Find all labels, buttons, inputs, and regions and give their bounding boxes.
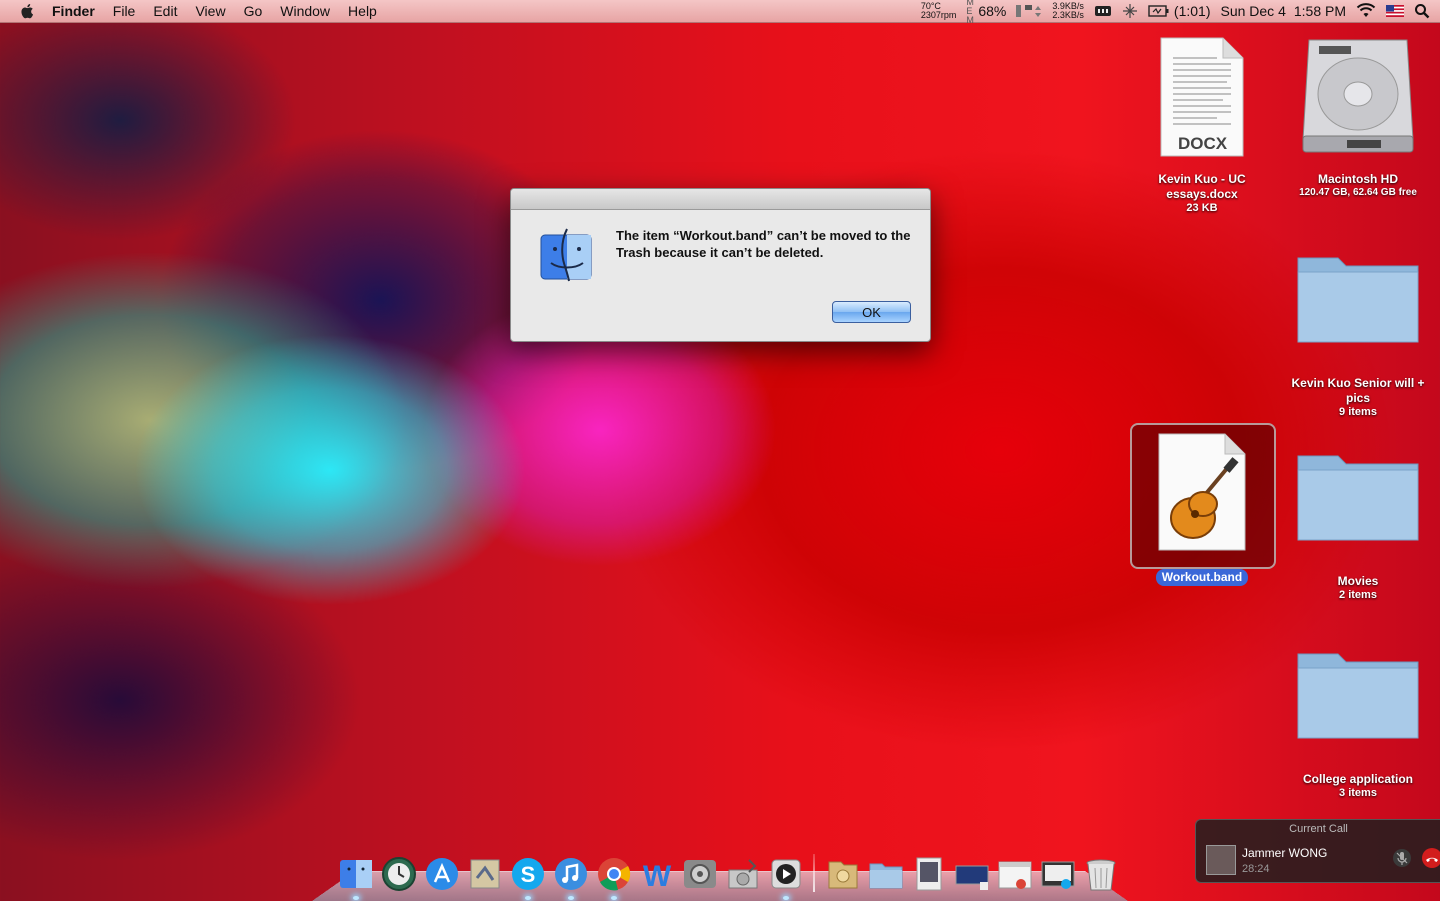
menu-file[interactable]: File: [104, 0, 145, 22]
icon-sublabel: 2 items: [1339, 589, 1377, 601]
hard-drive-icon: [1302, 39, 1414, 153]
icon-sublabel: 9 items: [1339, 406, 1377, 418]
bluetooth-like-icon[interactable]: [1122, 3, 1138, 19]
desktop-icon-macintosh-hd[interactable]: Macintosh HD 120.47 GB, 62.64 GB free: [1278, 36, 1438, 198]
icon-sublabel: 120.47 GB, 62.64 GB free: [1299, 187, 1417, 198]
itunes-icon[interactable]: [553, 856, 589, 900]
fan-speed-value: 2307rpm: [920, 10, 957, 20]
time-machine-icon[interactable]: [381, 856, 417, 892]
dock-separator: [813, 854, 815, 892]
desktop-icon-workout-band[interactable]: Workout.band: [1122, 432, 1282, 586]
disk-utility-icon[interactable]: [725, 856, 761, 892]
icon-label-selected: Workout.band: [1155, 569, 1249, 586]
preview-icon[interactable]: [467, 856, 503, 892]
desktop-icon-movies-folder[interactable]: Movies 2 items: [1278, 446, 1438, 601]
spotlight-search-icon[interactable]: [1414, 3, 1430, 19]
status-menus: 70°C 2307rpm M E M 68% 3.9KB/s 2.3KB/s (…: [921, 0, 1440, 25]
photos-stack-icon[interactable]: [911, 856, 947, 892]
microphone-icon: [1396, 852, 1408, 865]
word-icon[interactable]: W: [639, 856, 675, 892]
network-readout[interactable]: 3.9KB/s 2.3KB/s: [1052, 2, 1084, 20]
app-store-icon[interactable]: [424, 856, 460, 892]
system-preferences-icon[interactable]: [682, 856, 718, 892]
memory-label: M E M: [966, 0, 974, 25]
us-flag-icon[interactable]: [1386, 5, 1404, 17]
icon-sublabel: 23 KB: [1186, 202, 1218, 214]
folder-icon: [1297, 455, 1419, 541]
window-stack-icon[interactable]: [1040, 856, 1076, 892]
ok-button[interactable]: OK: [832, 301, 911, 323]
net-down-value: 2.3KB/s: [1052, 10, 1084, 20]
icon-label: Macintosh HD: [1317, 172, 1398, 186]
icon-label: Movies: [1337, 574, 1379, 588]
wifi-icon[interactable]: [1356, 3, 1376, 19]
apple-icon[interactable]: [18, 2, 38, 20]
trash-icon[interactable]: [1083, 856, 1119, 892]
mute-microphone-button[interactable]: [1393, 849, 1411, 867]
alert-message: The item “Workout.band” can’t be moved t…: [616, 228, 911, 260]
folder-icon: [1297, 257, 1419, 343]
dock: S W: [334, 844, 1122, 900]
phone-hangup-icon: [1426, 857, 1438, 862]
quicktime-icon[interactable]: [768, 856, 804, 900]
menu-window[interactable]: Window: [271, 0, 339, 22]
current-call-widget: Current Call Jammer WONG 28:24: [1195, 819, 1440, 883]
menu-bar: Finder File Edit View Go Window Help 70°…: [0, 0, 1440, 25]
folder-icon: [1297, 653, 1419, 739]
menu-help[interactable]: Help: [339, 0, 386, 22]
garageband-guitar-icon: [1158, 433, 1246, 551]
svg-text:S: S: [520, 862, 535, 887]
desktop-icon-college-application-folder[interactable]: College application 3 items: [1278, 644, 1438, 799]
memory-chip-icon[interactable]: [1094, 5, 1112, 17]
documents-stack-icon[interactable]: [825, 856, 861, 892]
finder-icon: [540, 228, 592, 282]
app-menu-finder[interactable]: Finder: [52, 0, 104, 22]
desktop-icon-uc-essays-docx[interactable]: DOCX Kevin Kuo - UC essays.docx 23 KB: [1122, 36, 1282, 214]
docx-badge: DOCX: [1178, 134, 1228, 153]
battery-time: (1:01): [1173, 3, 1211, 19]
folder-stack-icon[interactable]: [868, 856, 904, 892]
hang-up-button[interactable]: [1422, 848, 1440, 868]
screenshot-stack-icon[interactable]: [954, 856, 990, 892]
call-header: Current Call: [1289, 823, 1348, 835]
icon-label: Kevin Kuo - UC essays.docx: [1158, 172, 1246, 201]
menu-go[interactable]: Go: [235, 0, 272, 22]
call-duration: 28:24: [1242, 863, 1270, 875]
disk-activity-icon[interactable]: [1016, 3, 1042, 19]
desktop-icon-senior-will-folder[interactable]: Kevin Kuo Senior will + pics 9 items: [1278, 248, 1438, 418]
icon-sublabel: 3 items: [1339, 787, 1377, 799]
skype-icon[interactable]: S: [510, 856, 546, 900]
temperature-fan-readout[interactable]: 70°C 2307rpm: [921, 2, 957, 20]
battery-icon[interactable]: [1148, 4, 1170, 18]
browser-stack-icon[interactable]: [997, 856, 1033, 892]
menu-edit[interactable]: Edit: [144, 0, 186, 22]
menu-view[interactable]: View: [186, 0, 234, 22]
menu-date[interactable]: Sun Dec 4: [1220, 3, 1285, 19]
svg-text:W: W: [642, 860, 671, 892]
icon-label: College application: [1302, 772, 1413, 786]
alert-titlebar[interactable]: [511, 189, 930, 210]
finder-icon[interactable]: [338, 856, 374, 900]
avatar: [1206, 845, 1236, 875]
icon-label: Kevin Kuo Senior will + pics: [1291, 376, 1425, 405]
cpu-percent[interactable]: 68%: [978, 3, 1006, 19]
alert-dialog: The item “Workout.band” can’t be moved t…: [510, 188, 931, 342]
menu-clock[interactable]: 1:58 PM: [1294, 3, 1346, 19]
chrome-icon[interactable]: [596, 856, 632, 900]
caller-name: Jammer WONG: [1242, 846, 1328, 860]
